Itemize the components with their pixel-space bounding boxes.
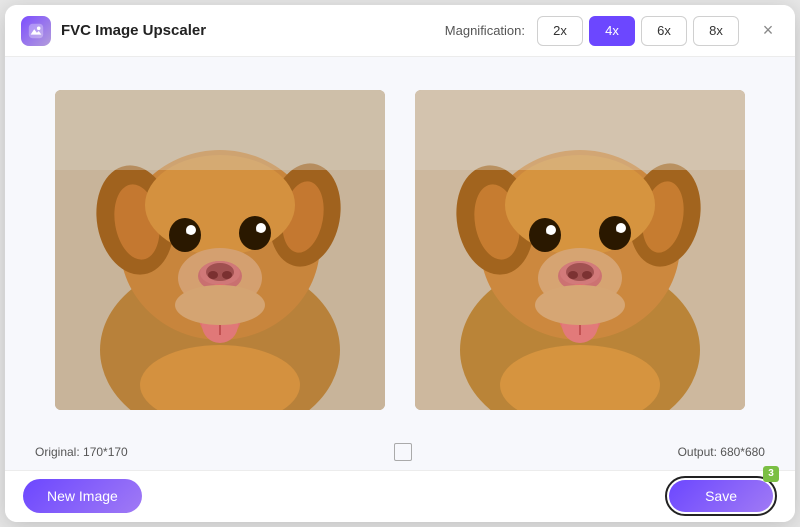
info-bar: Original: 170*170 Output: 680*680 [5,434,795,470]
magnification-label: Magnification: [445,23,525,38]
magnification-buttons: 2x 4x 6x 8x [537,16,739,46]
mag-btn-4x[interactable]: 4x [589,16,635,46]
new-image-button[interactable]: New Image [23,479,142,513]
mag-btn-6x[interactable]: 6x [641,16,687,46]
main-content [5,57,795,434]
new-image-label: New Image [47,488,118,504]
save-label: Save [705,488,737,504]
original-size-label: Original: 170*170 [35,445,128,459]
save-button-wrapper: Save [665,476,777,516]
save-button[interactable]: Save [669,480,773,512]
app-window: FVC Image Upscaler Magnification: 2x 4x … [5,5,795,522]
mag-btn-8x[interactable]: 8x [693,16,739,46]
compare-icon [394,443,412,461]
original-image-panel [55,90,385,410]
output-dog-image [415,90,745,410]
output-image-panel [415,90,745,410]
titlebar: FVC Image Upscaler Magnification: 2x 4x … [5,5,795,57]
footer: New Image 3 Save [5,470,795,522]
app-logo [21,16,51,46]
original-dog-image [55,90,385,410]
save-area: 3 Save [665,476,777,516]
close-button[interactable]: × [757,20,779,42]
save-badge: 3 [763,466,779,482]
app-title: FVC Image Upscaler [61,22,206,39]
mag-btn-2x[interactable]: 2x [537,16,583,46]
output-size-label: Output: 680*680 [678,445,765,459]
